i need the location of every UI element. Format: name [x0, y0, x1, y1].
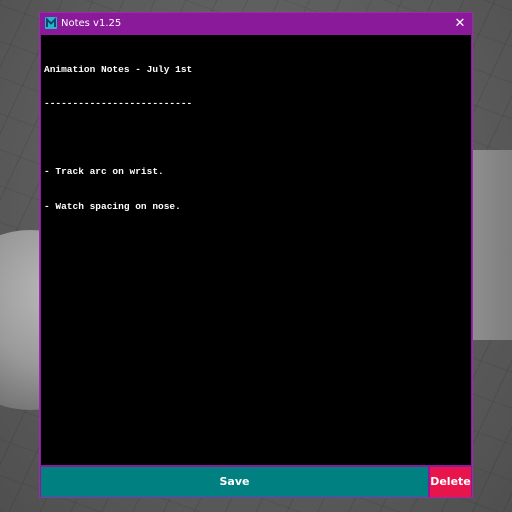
title-bar[interactable]: Notes v1.25 ✕ [40, 13, 472, 35]
close-icon: ✕ [454, 16, 466, 31]
save-button[interactable]: Save [41, 467, 428, 497]
note-line: - Watch spacing on nose. [44, 200, 181, 212]
3d-viewport-background: Notes v1.25 ✕ Animation Notes - July 1st… [0, 0, 512, 512]
action-bar: Save Delete [41, 467, 471, 497]
close-button[interactable]: ✕ [452, 15, 468, 32]
delete-button[interactable]: Delete [430, 467, 471, 497]
notes-window: Notes v1.25 ✕ Animation Notes - July 1st… [39, 12, 473, 498]
notes-app-icon [45, 17, 57, 29]
viewport-box-object [472, 150, 512, 340]
notes-text-area[interactable]: Animation Notes - July 1st -------------… [41, 35, 471, 465]
note-line [44, 132, 468, 143]
note-line: Animation Notes - July 1st [44, 63, 193, 75]
window-title: Notes v1.25 [61, 18, 122, 29]
note-line: - Track arc on wrist. [44, 166, 164, 178]
note-line: -------------------------- [44, 98, 193, 110]
